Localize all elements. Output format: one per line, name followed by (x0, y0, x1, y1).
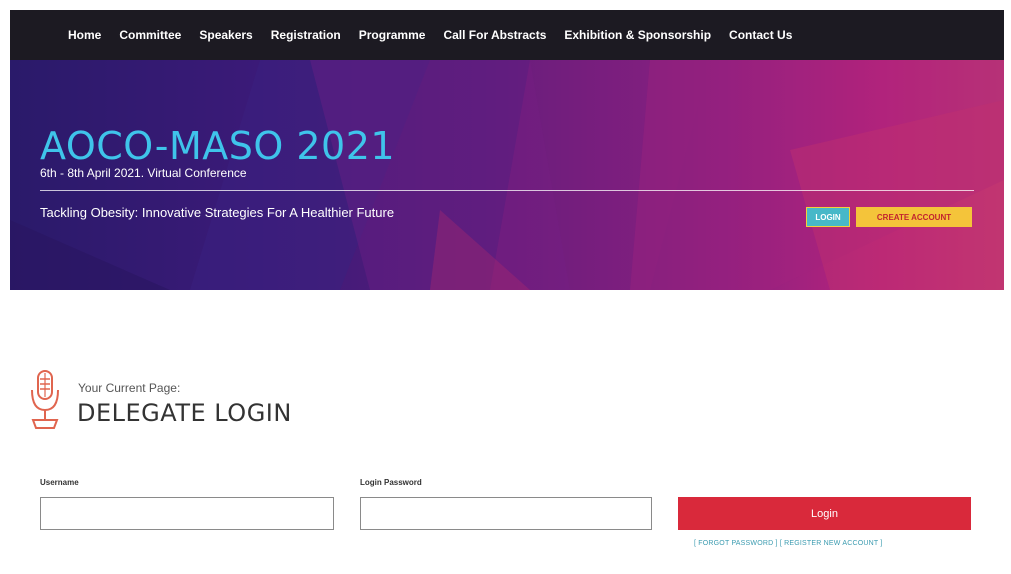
conference-title: AOCO-MASO 2021 (40, 124, 396, 168)
create-account-button[interactable]: CREATE ACCOUNT (856, 207, 972, 227)
register-account-link[interactable]: [ REGISTER NEW ACCOUNT ] (780, 540, 883, 547)
hero-divider (40, 190, 974, 191)
nav-programme[interactable]: Programme (359, 28, 426, 42)
microphone-icon (31, 370, 59, 429)
hero-banner: AOCO-MASO 2021 6th - 8th April 2021. Vir… (10, 60, 1004, 290)
username-label: Username (40, 478, 79, 487)
nav-home[interactable]: Home (68, 28, 101, 42)
nav-committee[interactable]: Committee (119, 28, 181, 42)
account-links: [ FORGOT PASSWORD ] [ REGISTER NEW ACCOU… (694, 540, 883, 547)
page-title: DELEGATE LOGIN (77, 399, 292, 427)
nav-speakers[interactable]: Speakers (199, 28, 252, 42)
nav-contact-us[interactable]: Contact Us (729, 28, 792, 42)
password-label: Login Password (360, 478, 422, 487)
conference-dates: 6th - 8th April 2021. Virtual Conference (40, 166, 247, 180)
nav-registration[interactable]: Registration (271, 28, 341, 42)
conference-tagline: Tackling Obesity: Innovative Strategies … (40, 205, 395, 220)
current-page-label: Your Current Page: (78, 381, 181, 395)
header-login-button[interactable]: LOGIN (806, 207, 850, 227)
nav-exhibition-sponsorship[interactable]: Exhibition & Sponsorship (564, 28, 711, 42)
login-submit-button[interactable]: Login (678, 497, 971, 530)
nav-call-for-abstracts[interactable]: Call For Abstracts (443, 28, 546, 42)
username-input[interactable] (40, 497, 334, 530)
top-navigation: Home Committee Speakers Registration Pro… (10, 10, 1004, 60)
forgot-password-link[interactable]: [ FORGOT PASSWORD ] (694, 540, 778, 547)
password-input[interactable] (360, 497, 652, 530)
